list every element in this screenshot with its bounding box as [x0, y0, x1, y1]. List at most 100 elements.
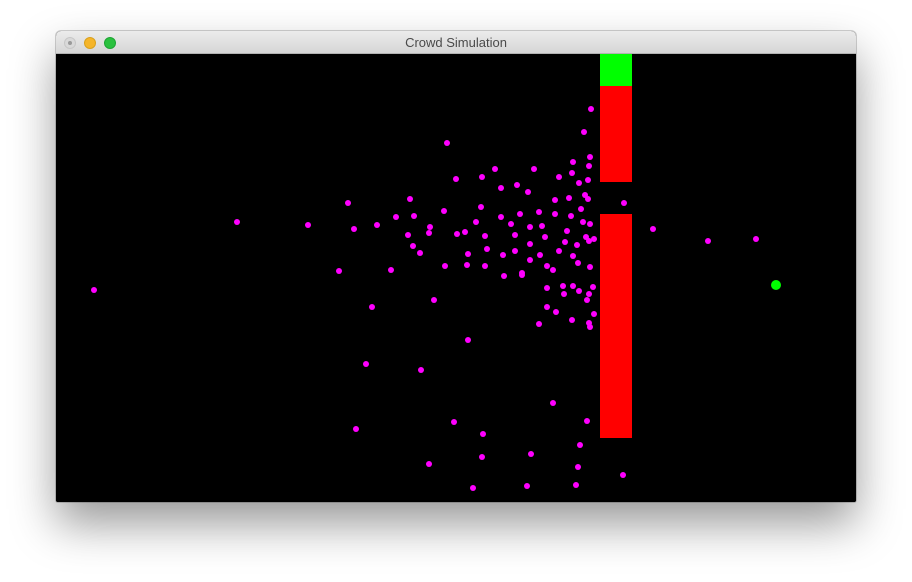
agent: [560, 283, 566, 289]
agent: [591, 236, 597, 242]
agent: [451, 419, 457, 425]
agent: [498, 185, 504, 191]
agent: [566, 195, 572, 201]
agent: [575, 260, 581, 266]
agent: [544, 285, 550, 291]
agent: [527, 257, 533, 263]
agent: [501, 273, 507, 279]
agent: [465, 337, 471, 343]
agent: [470, 485, 476, 491]
agent: [578, 206, 584, 212]
agent: [568, 213, 574, 219]
agent: [586, 163, 592, 169]
agent: [508, 221, 514, 227]
agent: [542, 234, 548, 240]
agent: [484, 246, 490, 252]
agent: [417, 250, 423, 256]
agent: [587, 154, 593, 160]
agent: [407, 196, 413, 202]
agent: [464, 262, 470, 268]
agent: [363, 361, 369, 367]
agent: [569, 170, 575, 176]
agent: [426, 461, 432, 467]
agent: [479, 454, 485, 460]
agent: [553, 309, 559, 315]
agent: [552, 197, 558, 203]
title-bar[interactable]: Crowd Simulation: [56, 31, 856, 54]
agent: [91, 287, 97, 293]
agent: [336, 268, 342, 274]
simulation-canvas[interactable]: [56, 54, 856, 502]
agent: [573, 482, 579, 488]
agent: [234, 219, 240, 225]
agent: [620, 472, 626, 478]
agent: [587, 264, 593, 270]
agent: [498, 214, 504, 220]
agent: [570, 159, 576, 165]
agent: [556, 248, 562, 254]
agent: [527, 241, 533, 247]
agent: [575, 464, 581, 470]
agent: [524, 483, 530, 489]
agent: [550, 267, 556, 273]
agent: [374, 222, 380, 228]
agent: [478, 204, 484, 210]
agent: [753, 236, 759, 242]
agent: [585, 177, 591, 183]
agent: [500, 252, 506, 258]
agent: [561, 291, 567, 297]
agent: [621, 200, 627, 206]
agent: [577, 442, 583, 448]
agent: [705, 238, 711, 244]
agent: [585, 196, 591, 202]
agent: [479, 174, 485, 180]
agent: [462, 229, 468, 235]
agent: [473, 219, 479, 225]
agent: [544, 263, 550, 269]
agent: [454, 231, 460, 237]
agent: [411, 213, 417, 219]
wall-upper: [600, 86, 632, 182]
agent: [418, 367, 424, 373]
agent: [581, 129, 587, 135]
agent: [584, 418, 590, 424]
agent: [351, 226, 357, 232]
agent: [465, 251, 471, 257]
agent: [531, 166, 537, 172]
agent: [587, 221, 593, 227]
agent: [576, 180, 582, 186]
agent: [587, 324, 593, 330]
agent: [590, 284, 596, 290]
agent: [453, 176, 459, 182]
agent: [492, 166, 498, 172]
agent: [552, 211, 558, 217]
agent: [442, 263, 448, 269]
agent: [427, 224, 433, 230]
agent: [369, 304, 375, 310]
agent: [431, 297, 437, 303]
agent: [482, 233, 488, 239]
agent: [345, 200, 351, 206]
agent: [441, 208, 447, 214]
agent: [519, 270, 525, 276]
agent: [584, 297, 590, 303]
app-window: Crowd Simulation: [56, 31, 856, 502]
agent: [562, 239, 568, 245]
agent: [482, 263, 488, 269]
agent: [426, 230, 432, 236]
agent: [588, 106, 594, 112]
agent: [556, 174, 562, 180]
agent: [388, 267, 394, 273]
agent: [586, 291, 592, 297]
wall-lower: [600, 214, 632, 438]
agent: [550, 400, 556, 406]
goal-marker: [771, 280, 781, 290]
agent: [353, 426, 359, 432]
agent: [536, 321, 542, 327]
agent: [591, 311, 597, 317]
agent: [514, 182, 520, 188]
agent: [569, 317, 575, 323]
agent: [410, 243, 416, 249]
agent: [576, 288, 582, 294]
exit-marker: [600, 54, 632, 86]
